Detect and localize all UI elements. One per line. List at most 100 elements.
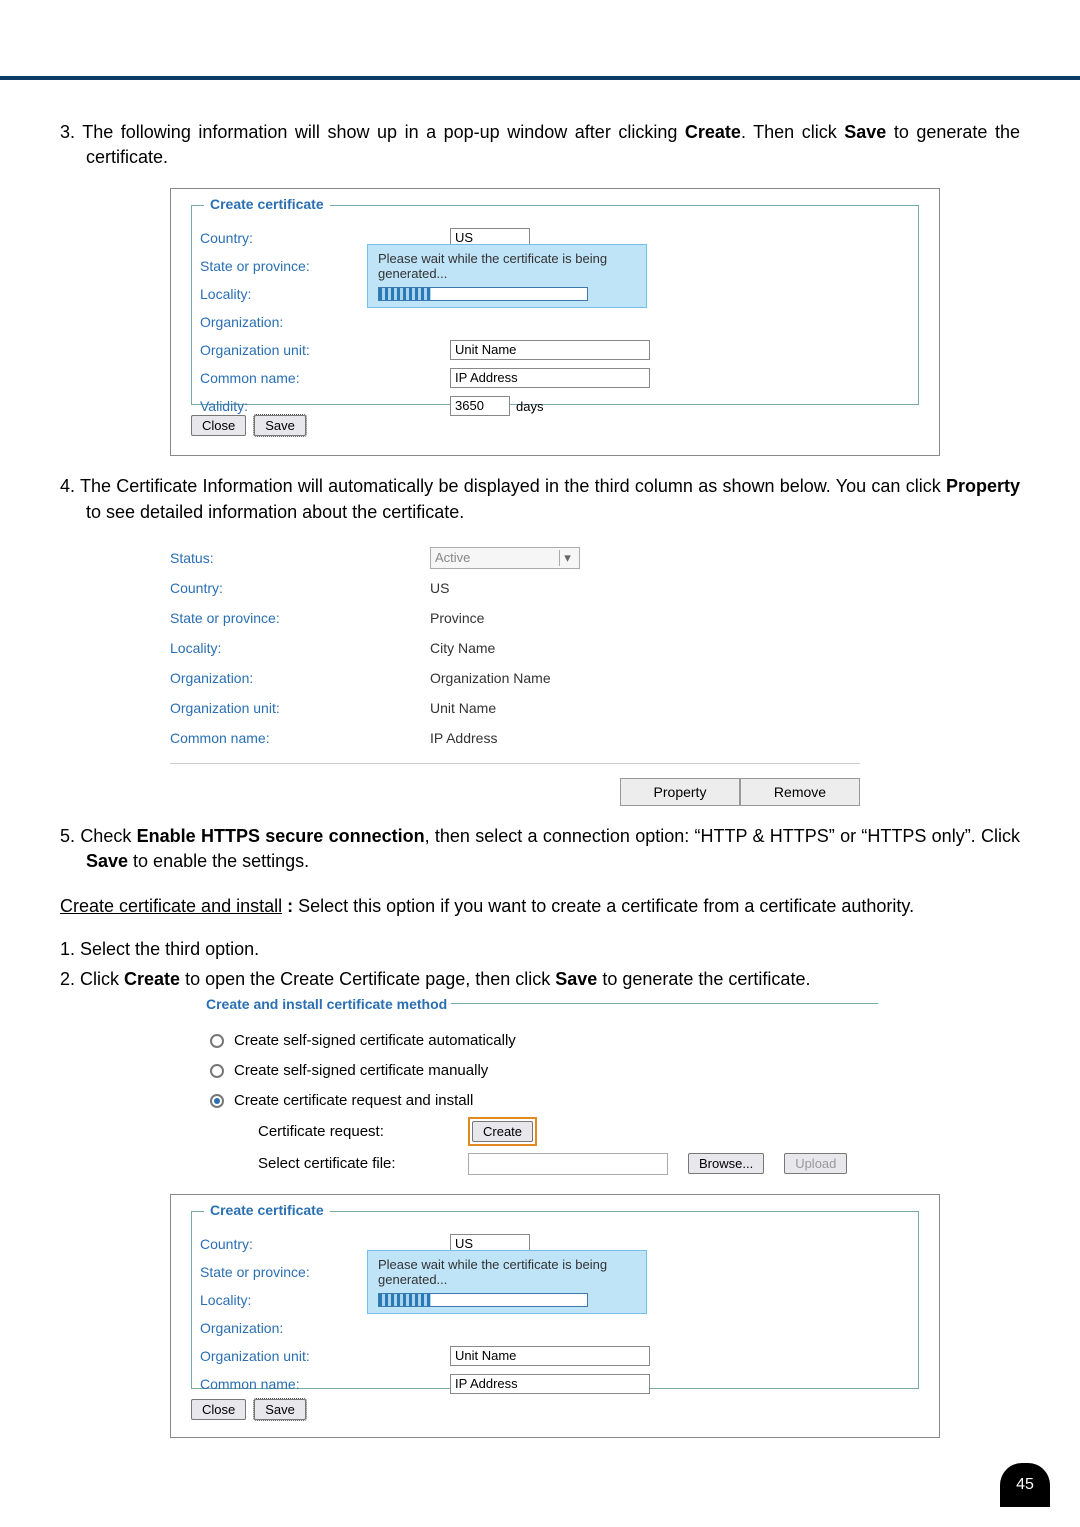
lbl-common: Common name: (200, 370, 380, 386)
validity-input[interactable]: 3650 (450, 396, 510, 416)
ival-state: Province (430, 610, 860, 626)
step-num: 2. (60, 969, 75, 989)
lbl-state: State or province: (200, 258, 380, 274)
lbl-validity: Validity: (200, 398, 380, 414)
chevron-down-icon: ▾ (559, 550, 575, 566)
browse-button[interactable]: Browse... (688, 1153, 764, 1174)
step-num: 1. (60, 939, 75, 959)
step-num: 5. (60, 826, 75, 846)
stepa-text: Select the third option. (80, 939, 259, 959)
ival-org: Organization Name (430, 670, 860, 686)
lbl-common: Common name: (200, 1376, 380, 1392)
subheading-para: Create certificate and install : Select … (60, 894, 1020, 919)
status-select[interactable]: Active ▾ (430, 547, 580, 569)
step3-bold1: Create (685, 122, 741, 142)
radio-icon (210, 1034, 224, 1048)
close-button[interactable]: Close (191, 1399, 246, 1420)
select-file-label: Select certificate file: (258, 1155, 448, 1172)
lbl-country: Country: (200, 230, 380, 246)
progress-bar (378, 1293, 588, 1307)
property-button[interactable]: Property (620, 778, 740, 806)
dialog-legend: Create certificate (204, 1202, 330, 1218)
stepb-text-a: Click (80, 969, 124, 989)
radio-opt3-row[interactable]: Create certificate request and install (202, 1086, 878, 1116)
radio-icon (210, 1064, 224, 1078)
step5-bold2: Save (86, 851, 128, 871)
step-num: 3. (60, 122, 75, 142)
step4-text-a: The Certificate Information will automat… (80, 476, 946, 496)
page-number: 45 (1000, 1463, 1050, 1507)
step-b: 2. Click Create to open the Create Certi… (60, 967, 1020, 992)
subheading-sep: : (282, 896, 298, 916)
wait-msg: Please wait while the certificate is bei… (378, 251, 607, 281)
top-band (0, 0, 1080, 80)
lbl-orgunit: Organization unit: (200, 342, 380, 358)
stepb-text-c: to generate the certificate. (597, 969, 810, 989)
step3-text-b: . Then click (741, 122, 844, 142)
lbl-org: Organization: (200, 314, 380, 330)
step3-text-a: The following information will show up i… (82, 122, 685, 142)
opt1-label: Create self-signed certificate automatic… (234, 1032, 516, 1049)
cert-info-buttons: Property Remove (170, 778, 860, 806)
step5-text-b: , then select a connection option: “HTTP… (425, 826, 1020, 846)
step4-bold1: Property (946, 476, 1020, 496)
progress-bar (378, 287, 588, 301)
remove-button[interactable]: Remove (740, 778, 860, 806)
ival-orgunit: Unit Name (430, 700, 860, 716)
ival-locality: City Name (430, 640, 860, 656)
subheading-text: Select this option if you want to create… (298, 896, 914, 916)
dialog-legend: Create certificate (204, 196, 330, 212)
lbl-state: State or province: (200, 1264, 380, 1280)
stepb-text-b: to open the Create Certificate page, the… (180, 969, 555, 989)
page-content: 3. The following information will show u… (0, 120, 1080, 1492)
file-path-input[interactable] (468, 1153, 668, 1175)
ilbl-common: Common name: (170, 730, 430, 746)
stepb-bold1: Create (124, 969, 180, 989)
lbl-country: Country: (200, 1236, 380, 1252)
cert-request-label: Certificate request: (258, 1123, 448, 1140)
ilbl-org: Organization: (170, 670, 430, 686)
wait-overlay: Please wait while the certificate is bei… (367, 244, 647, 308)
save-button[interactable]: Save (254, 1399, 306, 1420)
radio-icon-selected (210, 1094, 224, 1108)
ilbl-status: Status: (170, 550, 430, 566)
step-num: 4. (60, 476, 75, 496)
status-value: Active (435, 550, 470, 565)
create-cert-dialog-2: Create certificate Country:US State or p… (170, 1194, 940, 1438)
radio-opt1-row[interactable]: Create self-signed certificate automatic… (202, 1026, 878, 1056)
ilbl-country: Country: (170, 580, 430, 596)
create-cert-dialog-1: Create certificate Country:US State or p… (170, 188, 940, 456)
common-input[interactable]: IP Address (450, 1374, 650, 1394)
orgunit-input[interactable]: Unit Name (450, 1346, 650, 1366)
step3-bold2: Save (844, 122, 886, 142)
radio-opt2-row[interactable]: Create self-signed certificate manually (202, 1056, 878, 1086)
ival-country: US (430, 580, 860, 596)
create-highlight: Create (468, 1117, 537, 1146)
ilbl-orgunit: Organization unit: (170, 700, 430, 716)
wait-msg: Please wait while the certificate is bei… (378, 1257, 607, 1287)
subheading-title: Create certificate and install (60, 896, 282, 916)
cert-info-panel: Status: Active▾ Country:US State or prov… (170, 543, 860, 764)
step-4: 4. The Certificate Information will auto… (60, 474, 1020, 524)
method-block: Create and install certificate method Cr… (200, 996, 880, 1180)
wait-overlay: Please wait while the certificate is bei… (367, 1250, 647, 1314)
step-3: 3. The following information will show u… (60, 120, 1020, 170)
lbl-locality: Locality: (200, 286, 380, 302)
create-button[interactable]: Create (472, 1121, 533, 1142)
lbl-orgunit: Organization unit: (200, 1348, 380, 1364)
days-text: days (516, 399, 543, 414)
method-legend: Create and install certificate method (202, 996, 451, 1012)
step5-text-c: to enable the settings. (128, 851, 309, 871)
upload-button[interactable]: Upload (784, 1153, 847, 1174)
ival-common: IP Address (430, 730, 860, 746)
stepb-bold2: Save (555, 969, 597, 989)
lbl-org: Organization: (200, 1320, 380, 1336)
orgunit-input[interactable]: Unit Name (450, 340, 650, 360)
opt3-label: Create certificate request and install (234, 1092, 473, 1109)
step4-text-b: to see detailed information about the ce… (86, 502, 464, 522)
ilbl-locality: Locality: (170, 640, 430, 656)
step-5: 5. Check Enable HTTPS secure connection,… (60, 824, 1020, 874)
step5-bold1: Enable HTTPS secure connection (137, 826, 425, 846)
common-input[interactable]: IP Address (450, 368, 650, 388)
step5-text-a: Check (80, 826, 136, 846)
